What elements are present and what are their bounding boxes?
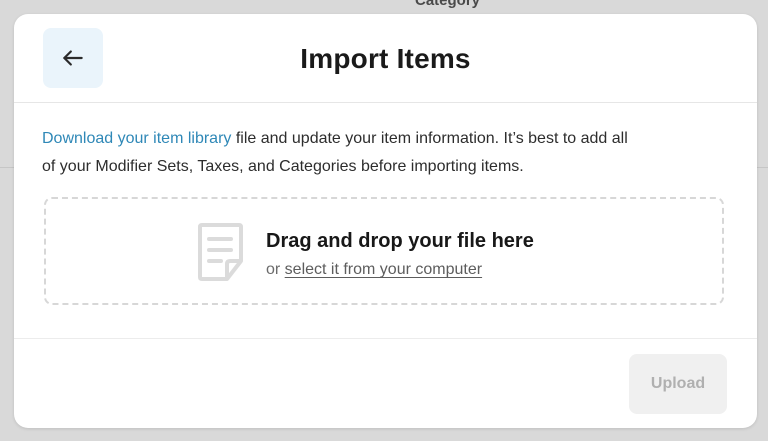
file-document-icon bbox=[198, 223, 243, 281]
background-column-header: Category bbox=[415, 0, 481, 9]
modal-footer: Upload bbox=[14, 338, 757, 428]
dropzone-subtext-prefix: or bbox=[266, 261, 285, 278]
description-text-line2: of your Modifier Sets, Taxes, and Catego… bbox=[42, 158, 524, 175]
import-description: Download your item library file and upda… bbox=[42, 125, 732, 181]
description-text-line1: file and update your item information. I… bbox=[231, 130, 628, 147]
select-file-link[interactable]: select it from your computer bbox=[285, 261, 482, 278]
modal-title: Import Items bbox=[300, 43, 471, 74]
download-item-library-link[interactable]: Download your item library bbox=[42, 130, 231, 147]
import-items-modal: Import Items Download your item library … bbox=[14, 14, 757, 428]
upload-button[interactable]: Upload bbox=[629, 354, 727, 414]
file-dropzone[interactable]: Drag and drop your file here or select i… bbox=[44, 197, 724, 305]
dropzone-title: Drag and drop your file here bbox=[266, 230, 534, 252]
modal-header: Import Items bbox=[14, 14, 757, 103]
dropzone-subtext: or select it from your computer bbox=[266, 261, 482, 279]
